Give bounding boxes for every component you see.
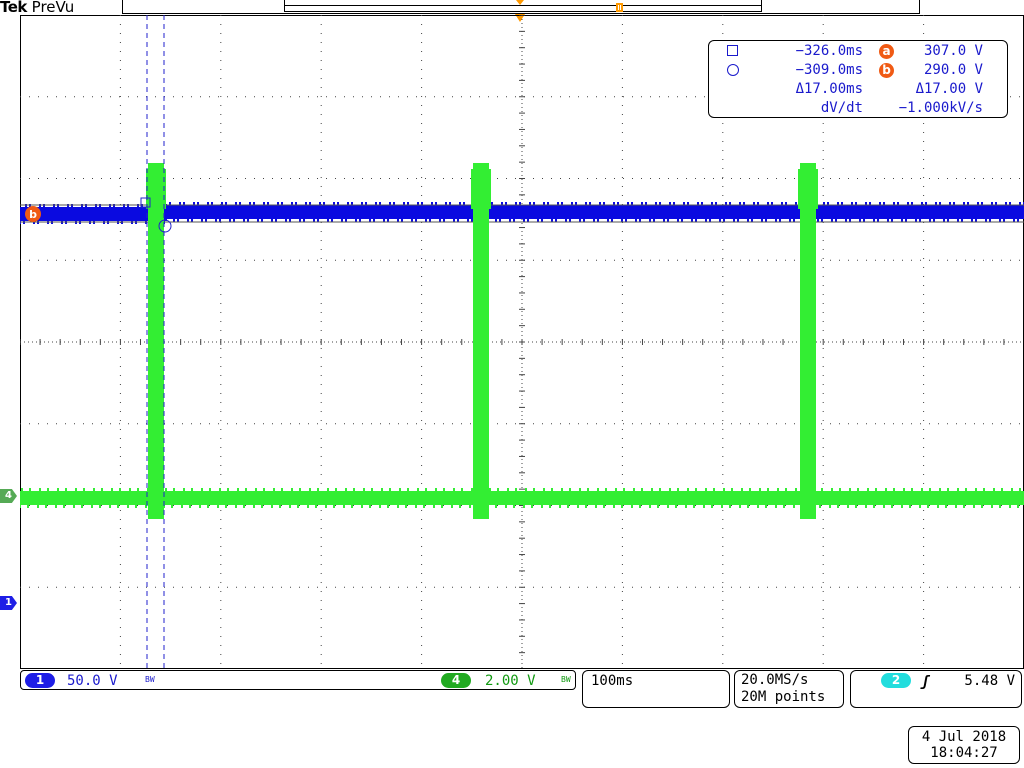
cursor-readout-panel[interactable]: −326.0ms a 307.0 V −309.0ms b 290.0 V Δ1…	[708, 40, 1008, 118]
delta-value: Δ17.00 V	[915, 81, 983, 97]
cursor-b-level-label: b	[29, 208, 37, 221]
timestamp-panel: 4 Jul 2018 18:04:27	[908, 726, 1020, 764]
scope-brand: Tek PreVu	[0, 0, 74, 16]
cursor-a-square-icon	[727, 45, 738, 56]
rate-value: −1.000kV/s	[898, 100, 983, 116]
cursor-a-time: −326.0ms	[795, 43, 863, 59]
cursor-rate-row: dV/dt −1.000kV/s	[709, 99, 1007, 117]
ch4-bandwidth-icon: BW	[561, 675, 571, 684]
ch1-ground-marker[interactable]: 1	[0, 596, 17, 610]
cursor-delta-row: Δ17.00ms Δ17.00 V	[709, 80, 1007, 98]
ch4-ground-marker[interactable]: 4	[0, 489, 17, 503]
acquisition-mode: PreVu	[31, 0, 75, 16]
cursor-b-value: 290.0 V	[923, 62, 983, 78]
ch4-pulse	[800, 163, 816, 519]
ch4-pulse-ring	[798, 169, 818, 209]
vertical-settings-bar: 1 50.0 V BW 4 2.00 V BW	[20, 670, 576, 690]
sample-rate: 20.0MS/s	[741, 672, 809, 688]
cursor-a-badge: a	[879, 44, 894, 59]
trigger-point-caret-icon	[516, 0, 524, 5]
ch4-pulse	[473, 163, 489, 519]
cursor-b-row: −309.0ms b 290.0 V	[709, 61, 1007, 79]
ch1-bandwidth-icon: BW	[145, 675, 155, 684]
rising-edge-icon: ʃ	[921, 674, 930, 690]
ch4-pulse	[148, 163, 164, 519]
ch1-badge[interactable]: 1	[25, 673, 55, 688]
date-text: 4 Jul 2018	[921, 729, 1007, 745]
acquisition-panel[interactable]: 20.0MS/s 20M points	[734, 670, 844, 708]
trigger-position-icon	[616, 3, 623, 12]
record-length: 20M points	[741, 689, 826, 705]
horizontal-scale-panel[interactable]: 100ms	[582, 670, 730, 708]
cursor-a-row: −326.0ms a 307.0 V	[709, 42, 1007, 60]
time-text: 18:04:27	[930, 745, 998, 761]
ch1-scale[interactable]: 50.0 V	[67, 672, 118, 690]
cursor-b-time: −309.0ms	[795, 62, 863, 78]
ch4-trace	[20, 488, 1024, 508]
trigger-level: 5.48 V	[964, 673, 1015, 689]
cursor-a-value: 307.0 V	[923, 43, 983, 59]
rate-label: dV/dt	[820, 100, 863, 116]
cursor-b-circle-icon	[727, 64, 739, 76]
ch4-scale[interactable]: 2.00 V	[485, 672, 536, 690]
trigger-source-badge: 2	[881, 673, 911, 688]
brand-label: Tek	[0, 0, 27, 16]
time-per-div: 100ms	[591, 673, 634, 689]
trigger-panel[interactable]: 2 ʃ 5.48 V	[850, 670, 1022, 708]
delta-time: Δ17.00ms	[795, 81, 863, 97]
ch4-badge[interactable]: 4	[441, 673, 471, 688]
ch4-pulse-ring	[146, 169, 166, 209]
ch4-pulse-ring	[471, 169, 491, 209]
cursor-b-badge: b	[879, 63, 894, 78]
